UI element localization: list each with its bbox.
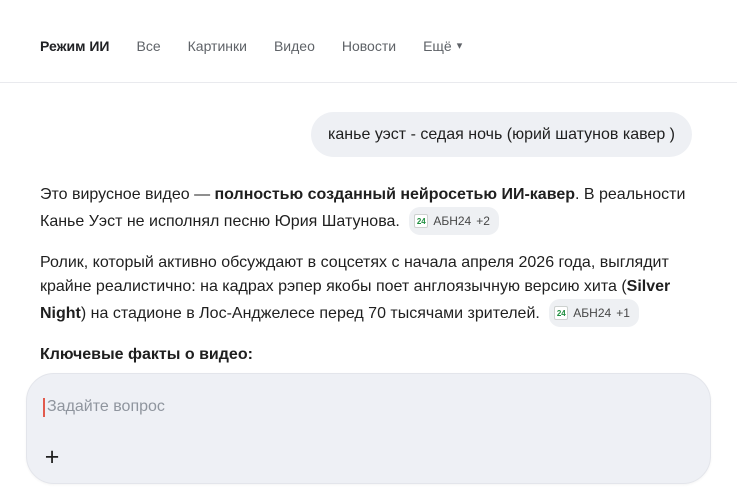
tab-images[interactable]: Картинки — [188, 38, 247, 54]
answer-paragraph-2: Ролик, который активно обсуждают в соцсе… — [40, 251, 692, 327]
tab-ai-mode[interactable]: Режим ИИ — [40, 38, 110, 54]
tab-news[interactable]: Новости — [342, 38, 396, 54]
tab-more[interactable]: Ещё ▾ — [423, 38, 462, 54]
user-query-row: канье уэст - седая ночь (юрий шатунов ка… — [40, 112, 692, 157]
source-badge[interactable]: 24 АБН24 +2 — [409, 207, 499, 235]
source-name: АБН24 — [433, 214, 472, 228]
text-caret — [43, 397, 45, 417]
question-input[interactable]: Задайте вопрос — [43, 397, 690, 417]
source-badge[interactable]: 24 АБН24 +1 — [549, 299, 639, 327]
key-facts-heading: Ключевые факты о видео: — [40, 346, 253, 363]
question-input-placeholder: Задайте вопрос — [47, 398, 165, 415]
answer-text: Это вирусное видео — — [40, 186, 215, 203]
tab-videos[interactable]: Видео — [274, 38, 315, 54]
source-name: АБН24 — [573, 306, 612, 320]
chevron-down-icon: ▾ — [456, 39, 463, 52]
tab-all[interactable]: Все — [137, 38, 161, 54]
tab-more-label: Ещё — [423, 38, 452, 54]
source-more-count: +2 — [476, 214, 490, 228]
answer-paragraph-1: Это вирусное видео — полностью созданный… — [40, 183, 692, 235]
answer-text: Ролик, который активно обсуждают в соцсе… — [40, 254, 669, 295]
search-tabs-bar: Режим ИИ Все Картинки Видео Новости Ещё … — [0, 0, 737, 83]
add-attachment-button[interactable]: + — [36, 441, 68, 473]
answer-text: ) на стадионе в Лос-Анджелесе перед 70 т… — [80, 305, 540, 322]
source-favicon-icon: 24 — [554, 306, 569, 320]
source-more-count: +1 — [616, 306, 630, 320]
user-query-bubble: канье уэст - седая ночь (юрий шатунов ка… — [311, 112, 692, 157]
answer-text-bold: полностью созданный нейросетью ИИ-кавер — [214, 186, 575, 203]
question-composer[interactable]: Задайте вопрос + — [26, 373, 711, 484]
ai-conversation: канье уэст - седая ночь (юрий шатунов ка… — [0, 112, 737, 367]
source-favicon-icon: 24 — [414, 214, 429, 228]
